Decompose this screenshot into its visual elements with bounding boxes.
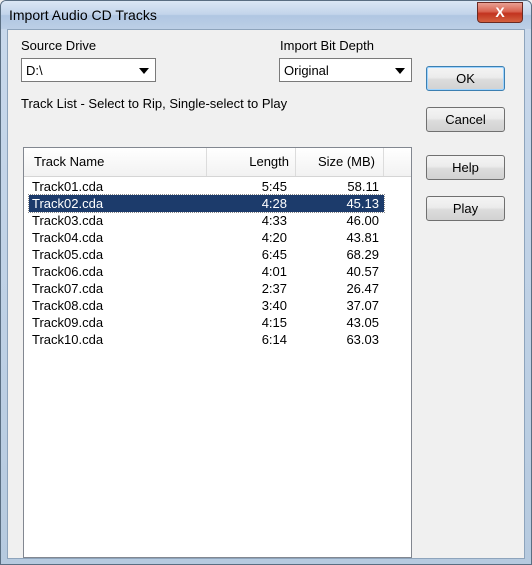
chevron-down-icon (395, 68, 405, 74)
track-size: 26.47 (346, 281, 379, 296)
track-list-label: Track List - Select to Rip, Single-selec… (21, 96, 288, 111)
track-name: Track09.cda (32, 315, 104, 330)
column-track-name[interactable]: Track Name (24, 148, 207, 176)
track-list-header: Track Name Length Size (MB) (24, 148, 411, 177)
close-icon: X (495, 4, 505, 20)
track-row[interactable]: Track07.cda 2:37 26.47 (29, 280, 384, 297)
column-length-label: Length (249, 154, 289, 169)
title-bar[interactable]: Import Audio CD Tracks X (1, 1, 531, 29)
window-title: Import Audio CD Tracks (9, 7, 157, 23)
track-row[interactable]: Track05.cda 6:45 68.29 (29, 246, 384, 263)
track-size: 63.03 (346, 332, 379, 347)
column-size[interactable]: Size (MB) (296, 148, 384, 176)
track-row[interactable]: Track03.cda 4:33 46.00 (29, 212, 384, 229)
bit-depth-value: Original (284, 63, 329, 78)
track-length: 6:45 (261, 247, 287, 262)
track-name: Track10.cda (32, 332, 104, 347)
track-size: 68.29 (346, 247, 379, 262)
chevron-down-icon (139, 68, 149, 74)
track-row[interactable]: Track08.cda 3:40 37.07 (29, 297, 384, 314)
track-length: 4:01 (261, 264, 287, 279)
track-length: 5:45 (261, 179, 287, 194)
track-length: 4:33 (261, 213, 287, 228)
track-list[interactable]: Track Name Length Size (MB) Track01.cda 5… (23, 147, 412, 558)
track-name: Track03.cda (32, 213, 104, 228)
dialog-body: Source Drive D:\ Import Bit Depth Origin… (7, 29, 525, 559)
track-name: Track08.cda (32, 298, 104, 313)
column-size-label: Size (MB) (317, 154, 375, 169)
source-drive-label: Source Drive (21, 38, 97, 53)
track-row[interactable]: Track01.cda 5:45 58.11 (29, 178, 384, 195)
close-button[interactable]: X (477, 2, 523, 23)
track-name: Track04.cda (32, 230, 104, 245)
cancel-button[interactable]: Cancel (426, 107, 505, 132)
help-button[interactable]: Help (426, 155, 505, 180)
track-length: 4:28 (261, 196, 287, 211)
track-size: 46.00 (346, 213, 379, 228)
track-name: Track01.cda (32, 179, 104, 194)
ok-button[interactable]: OK (426, 66, 505, 91)
dialog-window: Import Audio CD Tracks X Source Drive D:… (0, 0, 532, 565)
track-row[interactable]: Track02.cda 4:28 45.13 (28, 194, 385, 213)
bit-depth-select[interactable]: Original (279, 58, 412, 82)
track-name: Track05.cda (32, 247, 104, 262)
track-length: 2:37 (261, 281, 287, 296)
track-length: 6:14 (261, 332, 287, 347)
track-row[interactable]: Track04.cda 4:20 43.81 (29, 229, 384, 246)
track-size: 43.81 (346, 230, 379, 245)
play-button[interactable]: Play (426, 196, 505, 221)
track-name: Track06.cda (32, 264, 104, 279)
track-size: 43.05 (346, 315, 379, 330)
track-size: 40.57 (346, 264, 379, 279)
source-drive-select[interactable]: D:\ (21, 58, 156, 82)
track-size: 37.07 (346, 298, 379, 313)
track-name: Track07.cda (32, 281, 104, 296)
bit-depth-label: Import Bit Depth (280, 38, 374, 53)
track-length: 4:15 (261, 315, 287, 330)
track-row[interactable]: Track09.cda 4:15 43.05 (29, 314, 384, 331)
column-length[interactable]: Length (207, 148, 296, 176)
source-drive-value: D:\ (26, 63, 43, 78)
track-size: 45.13 (346, 196, 379, 211)
track-length: 3:40 (261, 298, 287, 313)
track-row[interactable]: Track06.cda 4:01 40.57 (29, 263, 384, 280)
track-length: 4:20 (261, 230, 287, 245)
track-row[interactable]: Track10.cda 6:14 63.03 (29, 331, 384, 348)
track-name: Track02.cda (32, 196, 104, 211)
column-track-name-label: Track Name (34, 154, 105, 169)
track-size: 58.11 (347, 179, 379, 194)
